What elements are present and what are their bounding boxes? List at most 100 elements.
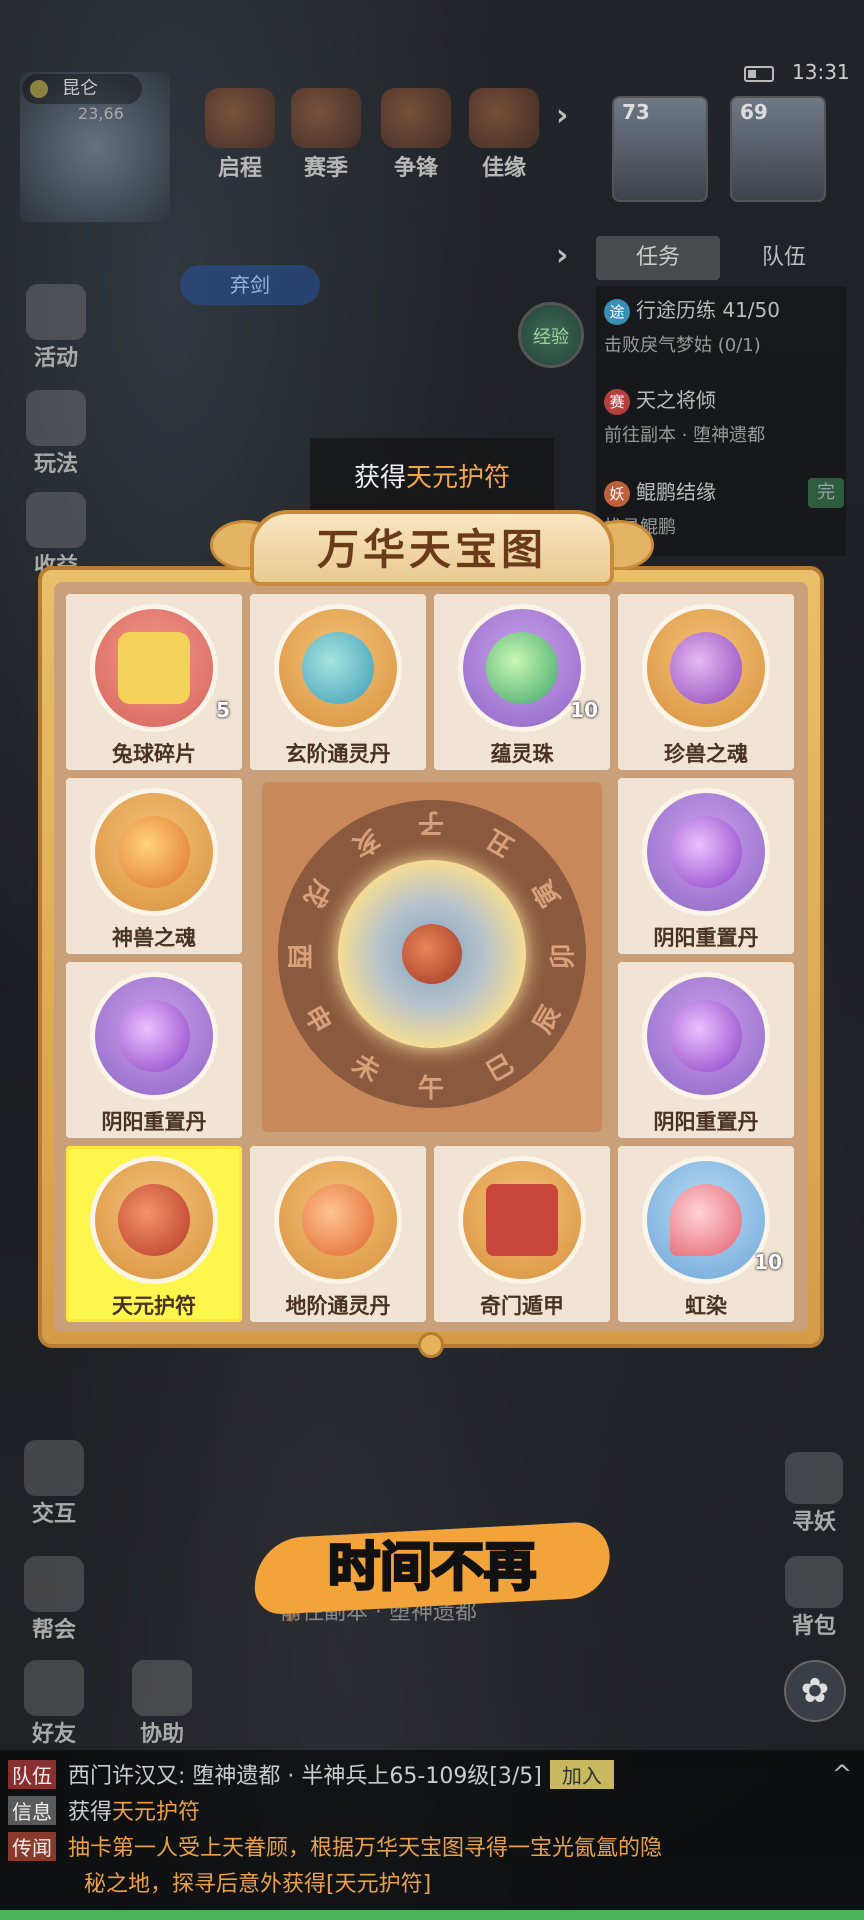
map-location: 昆仑 — [22, 74, 142, 104]
zodiac-label: 寅 — [527, 874, 567, 913]
scroll-icon — [205, 88, 275, 148]
location-pin-icon — [30, 80, 48, 98]
rainbow-dye-icon — [670, 1184, 742, 1256]
reward-count: 5 — [216, 698, 230, 722]
chat-text-continued: 秘之地，探寻后意外获得[天元护符] — [84, 1872, 432, 1897]
side-menu-backpack[interactable]: 背包 — [778, 1556, 850, 1640]
side-menu-seek-monster[interactable]: 寻妖 — [778, 1452, 850, 1536]
reward-cell[interactable]: 珍兽之魂 — [618, 594, 794, 770]
chat-text: 西门许汉又: 堕神遗都 · 半神兵上65-109级[3/5] — [68, 1764, 542, 1789]
map-marker-label[interactable]: 弃剑 — [180, 265, 320, 305]
player-portrait[interactable]: 69 — [730, 96, 826, 202]
reward-name: 珍兽之魂 — [664, 742, 748, 766]
reward-cell[interactable]: 5 兔球碎片 — [66, 594, 242, 770]
side-menu-friends[interactable]: 好友 — [14, 1660, 94, 1748]
task-item[interactable]: 途行途历练 41/50 击败戾气梦姑 (0/1) — [604, 294, 780, 357]
qimen-book-icon — [486, 1184, 558, 1256]
panel-collapse-chevron-icon[interactable]: › — [556, 238, 568, 273]
reward-cell[interactable]: 10 蕴灵珠 — [434, 594, 610, 770]
panel-tabs: 任务 队伍 — [596, 236, 846, 280]
chat-message[interactable]: 传闻 抽卡第一人受上天眷顾，根据万华天宝图寻得一宝光氤氲的隐 — [8, 1830, 662, 1862]
side-menu-interact[interactable]: 交互 — [14, 1440, 94, 1528]
reward-cell[interactable]: 阴阳重置丹 — [618, 778, 794, 954]
side-menu-activity[interactable]: 活动 — [16, 284, 96, 372]
item-obtained-toast: 获得天元护符 — [310, 438, 554, 518]
reward-cell-selected[interactable]: 天元护符 — [66, 1146, 242, 1322]
task-subtitle: 击败戾气梦姑 (0/1) — [604, 335, 761, 356]
divine-beast-soul-icon — [118, 816, 190, 888]
beast-soul-orb-icon — [670, 632, 742, 704]
board-title: 万华天宝图 — [250, 510, 614, 586]
task-panel: 途行途历练 41/50 击败戾气梦姑 (0/1) 赛天之将倾 前往副本 · 堕神… — [596, 286, 846, 556]
battery-icon — [744, 66, 774, 82]
zodiac-label: 巳 — [481, 1049, 520, 1089]
reward-cell[interactable]: 10 虹染 — [618, 1146, 794, 1322]
exp-button[interactable]: 经验 — [518, 302, 584, 368]
spirit-pill-icon — [302, 632, 374, 704]
season-icon — [291, 88, 361, 148]
rabbit-puzzle-icon — [118, 632, 190, 704]
chat-channel-tag: 队伍 — [8, 1760, 56, 1789]
chat-panel[interactable]: 队伍 西门许汉又: 堕神遗都 · 半神兵上65-109级[3/5] 加入 信息 获得天… — [0, 1750, 864, 1910]
backpack-icon — [785, 1556, 843, 1608]
arena-icon — [381, 88, 451, 148]
side-menu-assist[interactable]: 协助 — [122, 1660, 202, 1748]
yinyang-pill-icon — [670, 1000, 742, 1072]
chat-expand-icon[interactable]: ^ — [832, 1760, 852, 1788]
party-member-portrait[interactable]: 73 — [612, 96, 708, 202]
subtitle-text: 时间不再 — [326, 1537, 537, 1600]
zodiac-label: 未 — [346, 1049, 385, 1089]
task-item[interactable]: 赛天之将倾 前往副本 · 堕神遗都 — [604, 384, 765, 447]
zodiac-label: 午 — [418, 1074, 445, 1104]
task-badge: 途 — [604, 299, 630, 325]
toast-prefix: 获得 — [353, 463, 406, 493]
reward-cell[interactable]: 阴阳重置丹 — [66, 962, 242, 1138]
chat-channel-tag: 传闻 — [8, 1832, 56, 1861]
reward-cell[interactable]: 地阶通灵丹 — [250, 1146, 426, 1322]
player-level: 69 — [740, 100, 768, 124]
tab-task[interactable]: 任务 — [596, 236, 720, 280]
zodiac-label: 丑 — [481, 822, 520, 862]
earth-pill-icon — [302, 1184, 374, 1256]
reward-name: 天元护符 — [112, 1294, 196, 1318]
side-menu-gameplay[interactable]: 玩法 — [16, 390, 96, 478]
flower-menu-icon[interactable]: ✿ — [784, 1660, 846, 1722]
side-menu-guild[interactable]: 帮会 — [14, 1556, 94, 1644]
zodiac-label: 亥 — [346, 822, 385, 862]
task-title: 天之将倾 — [636, 388, 716, 412]
amulet-icon — [402, 924, 462, 984]
zodiac-ring: 子 丑 寅 卯 辰 巳 午 未 申 酉 戌 亥 — [278, 800, 586, 1108]
gift-icon — [26, 284, 86, 340]
nav-season-button[interactable]: 赛季 — [286, 88, 366, 182]
reward-name: 阴阳重置丹 — [653, 926, 759, 950]
nav-expand-chevron-icon[interactable]: › — [556, 98, 568, 133]
join-button[interactable]: 加入 — [549, 1760, 614, 1789]
nav-qicheng-button[interactable]: 启程 — [200, 88, 280, 182]
reward-name: 虹染 — [685, 1294, 727, 1318]
zodiac-label: 酉 — [283, 943, 314, 970]
chat-message[interactable]: 队伍 西门许汉又: 堕神遗都 · 半神兵上65-109级[3/5] 加入 — [8, 1758, 614, 1790]
chat-text: 获得 — [68, 1800, 113, 1825]
chat-item-link[interactable]: 天元护符 — [112, 1800, 200, 1825]
assist-icon — [132, 1660, 192, 1716]
task-badge: 妖 — [604, 481, 630, 507]
party-member-level: 73 — [622, 100, 650, 124]
reward-cell[interactable]: 奇门遁甲 — [434, 1146, 610, 1322]
tab-team[interactable]: 队伍 — [722, 236, 846, 280]
task-title: 鲲鹏结缘 — [636, 480, 716, 504]
reward-name: 神兽之魂 — [112, 926, 196, 950]
reward-name: 蕴灵珠 — [490, 742, 554, 766]
zodiac-label: 子 — [418, 807, 445, 837]
reward-cell[interactable]: 玄阶通灵丹 — [250, 594, 426, 770]
glowing-orb — [338, 860, 526, 1048]
nav-romance-button[interactable]: 佳缘 — [464, 88, 544, 182]
nav-arena-button[interactable]: 争锋 — [376, 88, 456, 182]
zodiac-label: 卯 — [548, 943, 579, 970]
chat-message[interactable]: 信息 获得天元护符 — [8, 1794, 200, 1826]
task-complete-badge[interactable]: 完 — [808, 478, 844, 508]
reward-cell[interactable]: 神兽之魂 — [66, 778, 242, 954]
zodiac-label: 申 — [297, 1000, 337, 1039]
map-coordinates: 23,66 — [78, 104, 124, 123]
reward-cell[interactable]: 阴阳重置丹 — [618, 962, 794, 1138]
amulet-icon — [118, 1184, 190, 1256]
